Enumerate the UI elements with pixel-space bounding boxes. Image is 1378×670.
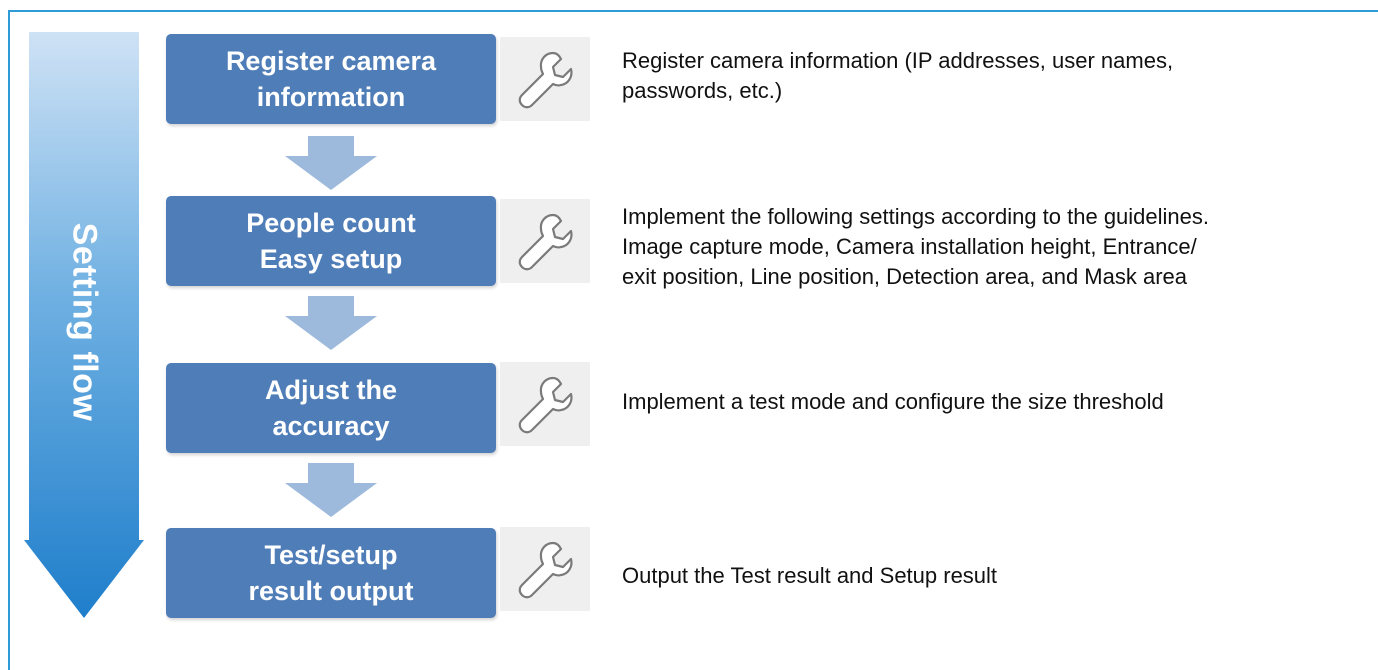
wrench-icon <box>500 362 590 446</box>
step-description: Output the Test result and Setup result <box>622 561 1362 591</box>
step-people-count-easy-setup: People count Easy setup <box>166 196 496 286</box>
step-test-setup-result-output: Test/setup result output <box>166 528 496 618</box>
setting-flow-label: Setting flow <box>65 222 104 422</box>
step-register-camera-information: Register camera information <box>166 34 496 124</box>
wrench-icon <box>500 199 590 283</box>
connector-arrow <box>285 463 377 517</box>
step-description: Implement a test mode and configure the … <box>622 387 1362 417</box>
step-title-line: People count <box>246 208 416 238</box>
description-line: exit position, Line position, Detection … <box>622 264 1187 289</box>
description-line: Image capture mode, Camera installation … <box>622 234 1197 259</box>
connector-arrow <box>285 136 377 190</box>
description-line: Implement the following settings accordi… <box>622 204 1210 229</box>
step-title-line: Register camera <box>225 46 437 76</box>
wrench-icon <box>500 37 590 121</box>
description-line: passwords, etc.) <box>622 78 783 103</box>
wrench-icon <box>500 527 590 611</box>
description-line: Register camera information (IP addresse… <box>622 48 1174 73</box>
step-description: Register camera information (IP addresse… <box>622 46 1362 106</box>
step-title-line: information <box>256 82 406 112</box>
description-line: Output the Test result and Setup result <box>622 563 998 588</box>
step-title-line: Adjust the <box>265 375 397 405</box>
description-line: Implement a test mode and configure the … <box>622 389 1164 414</box>
step-title-line: Test/setup <box>264 540 398 570</box>
step-title-line: accuracy <box>272 411 390 441</box>
step-title-line: Easy setup <box>259 244 403 274</box>
step-title-line: result output <box>248 576 414 606</box>
connector-arrow <box>285 296 377 350</box>
step-description: Implement the following settings accordi… <box>622 202 1362 292</box>
step-adjust-the-accuracy: Adjust the accuracy <box>166 363 496 453</box>
